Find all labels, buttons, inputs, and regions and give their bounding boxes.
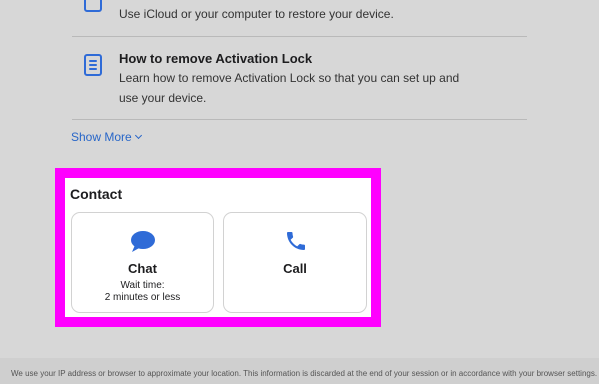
article-description: Learn how to remove Activation Lock so t… — [119, 71, 460, 105]
article-restore-device[interactable]: Use iCloud or your computer to restore y… — [72, 0, 527, 35]
article-description: Use iCloud or your computer to restore y… — [119, 7, 394, 21]
show-more-label: Show More — [71, 130, 132, 144]
chat-wait-value: 2 minutes or less — [104, 292, 181, 303]
call-option-card[interactable]: Call — [223, 212, 367, 313]
phone-icon — [287, 232, 305, 250]
article-title[interactable]: How to remove Activation Lock — [119, 51, 312, 66]
divider — [72, 36, 527, 37]
chat-option-card[interactable]: Chat Wait time: 2 minutes or less — [71, 212, 214, 313]
chat-label: Chat — [128, 261, 157, 276]
chat-bubble-icon — [131, 231, 155, 252]
support-page: Use iCloud or your computer to restore y… — [0, 0, 599, 384]
document-icon — [84, 54, 102, 76]
article-remove-activation-lock[interactable]: How to remove Activation Lock Learn how … — [72, 48, 527, 118]
chat-wait-label: Wait time: — [120, 280, 165, 291]
location-disclaimer: We use your IP address or browser to app… — [11, 369, 598, 378]
show-more-link[interactable]: Show More — [71, 130, 142, 144]
call-label: Call — [283, 261, 307, 276]
contact-heading: Contact — [70, 186, 123, 202]
document-icon — [84, 0, 102, 12]
chevron-down-icon — [134, 131, 142, 140]
location-footer: We use your IP address or browser to app… — [0, 358, 599, 384]
divider — [72, 119, 527, 120]
